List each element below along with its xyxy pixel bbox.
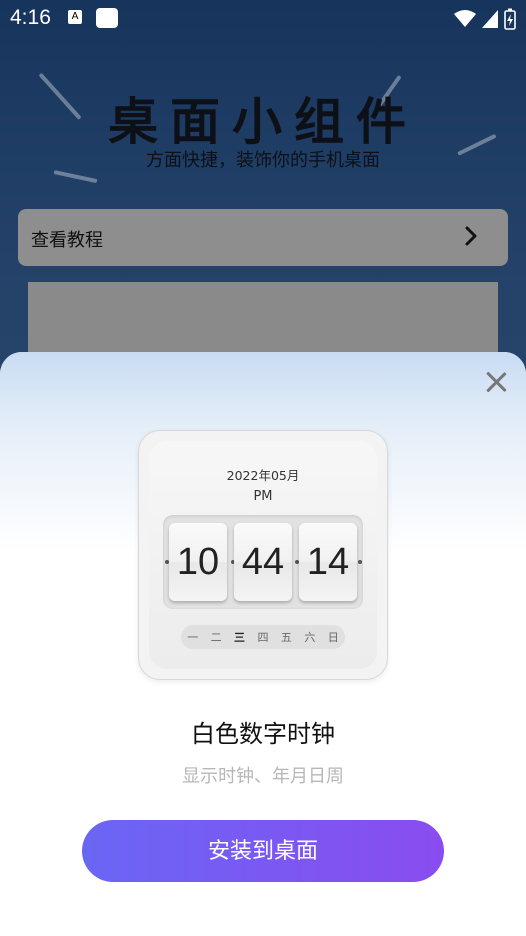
flip-minute: 44 bbox=[234, 523, 292, 601]
tutorial-link[interactable]: 查看教程 bbox=[18, 209, 508, 266]
close-icon[interactable] bbox=[482, 368, 510, 396]
tutorial-label: 查看教程 bbox=[31, 230, 103, 251]
wifi-icon bbox=[454, 10, 476, 27]
weekday: 六 bbox=[304, 631, 316, 644]
page-subtitle: 方面快捷，装饰你的手机桌面 bbox=[146, 150, 380, 171]
weekday: 四 bbox=[257, 631, 269, 644]
notification-app-icon bbox=[96, 8, 118, 28]
weekday: 五 bbox=[280, 631, 292, 644]
signal-icon bbox=[482, 10, 498, 28]
separator-dot bbox=[358, 560, 362, 564]
status-bar: 4:16 A bbox=[0, 0, 526, 36]
install-button[interactable]: 安装到桌面 bbox=[82, 820, 444, 882]
status-indicators bbox=[454, 8, 516, 30]
weekday-row: 一 二 三 四 五 六 日 bbox=[181, 625, 345, 649]
weekday-active: 三 bbox=[234, 631, 246, 644]
battery-icon bbox=[504, 8, 516, 30]
widget-date: 2022年05月 bbox=[226, 468, 300, 483]
flip-clock: 10 44 14 bbox=[163, 515, 363, 609]
widget-detail-sheet: 2022年05月 PM 10 44 14 一 二 三 四 五 六 日 白色数字时… bbox=[0, 352, 526, 936]
flip-second: 14 bbox=[299, 523, 357, 601]
flip-hour: 10 bbox=[169, 523, 227, 601]
chevron-right-icon bbox=[465, 226, 477, 246]
widget-face: 2022年05月 PM 10 44 14 一 二 三 四 五 六 日 bbox=[149, 441, 377, 669]
status-time: 4:16 bbox=[10, 6, 51, 29]
clock-widget-preview: 2022年05月 PM 10 44 14 一 二 三 四 五 六 日 bbox=[138, 430, 388, 680]
weekday: 一 bbox=[187, 631, 199, 644]
weekday: 二 bbox=[210, 631, 222, 644]
page-title: 桌面小组件 bbox=[108, 93, 418, 151]
widget-description: 显示时钟、年月日周 bbox=[182, 766, 344, 787]
decor-ray bbox=[53, 170, 98, 184]
widget-name: 白色数字时钟 bbox=[191, 720, 335, 748]
notification-a-icon: A bbox=[68, 10, 82, 24]
widget-ampm: PM bbox=[253, 489, 273, 504]
weekday: 日 bbox=[327, 631, 339, 644]
